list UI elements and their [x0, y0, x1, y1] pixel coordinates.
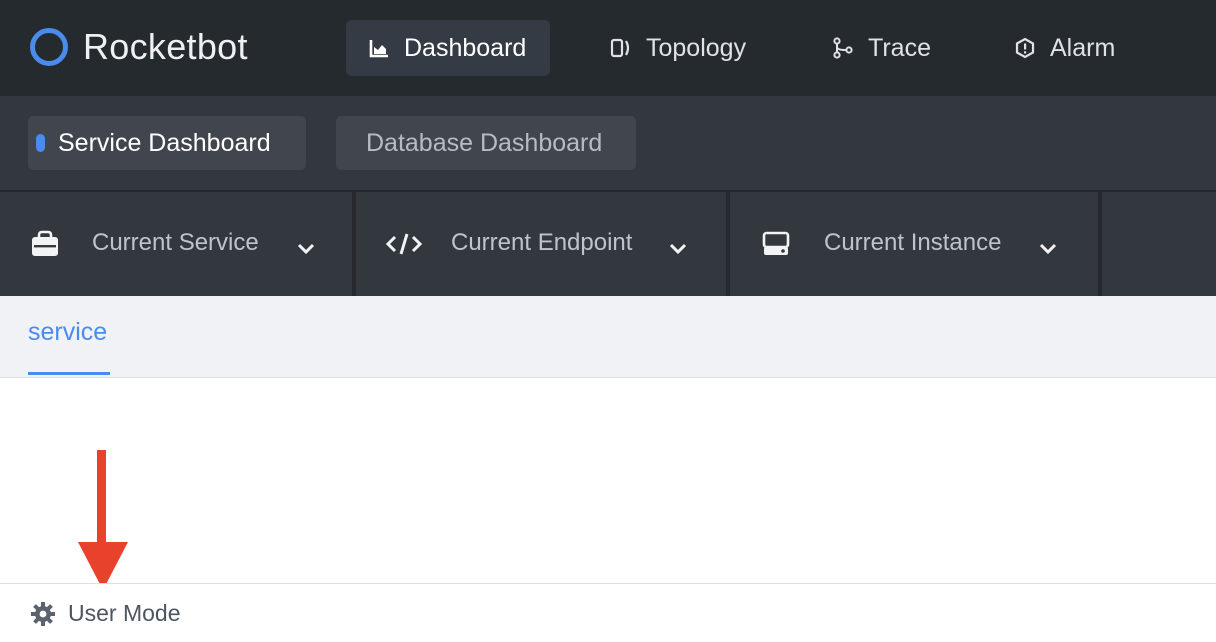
tab-service-dashboard[interactable]: Service Dashboard — [28, 116, 306, 170]
annotation-arrow-icon — [78, 450, 128, 590]
current-instance-select[interactable]: Current Instance — [730, 192, 1102, 296]
footer-bar: User Mode — [0, 583, 1216, 642]
active-subtab-underline — [28, 372, 110, 375]
app-title: Rocketbot — [83, 26, 248, 67]
dashboard-tabbar: Service Dashboard Database Dashboard — [0, 96, 1216, 192]
logo-ring-icon — [30, 28, 68, 66]
app-logo[interactable]: Rocketbot — [30, 28, 248, 66]
subtab-service[interactable]: service — [28, 318, 107, 347]
code-icon — [385, 230, 423, 258]
nav-trace[interactable]: Trace — [832, 20, 962, 76]
selector-bar: Current Service Current Endpoint Current… — [0, 192, 1216, 296]
nav-dashboard-label: Dashboard — [404, 33, 527, 62]
current-endpoint-label: Current Endpoint — [451, 229, 633, 256]
gear-icon — [30, 601, 56, 627]
chevron-down-icon — [1038, 236, 1058, 255]
tab-database-dashboard-label: Database Dashboard — [366, 128, 603, 157]
current-service-label: Current Service — [92, 229, 259, 256]
current-service-select[interactable]: Current Service — [0, 192, 356, 296]
nav-dashboard[interactable]: Dashboard — [346, 20, 550, 76]
nav-alarm-label: Alarm — [1050, 33, 1116, 62]
trace-icon — [832, 37, 854, 59]
instance-icon — [760, 230, 792, 258]
nav-topology-label: Topology — [646, 33, 747, 62]
tab-database-dashboard[interactable]: Database Dashboard — [336, 116, 636, 170]
user-mode-label: User Mode — [68, 600, 181, 626]
nav-topology[interactable]: Topology — [610, 20, 780, 76]
service-icon — [30, 230, 62, 258]
nav-trace-label: Trace — [868, 33, 931, 62]
nav-alarm[interactable]: Alarm — [1014, 20, 1144, 76]
user-mode-toggle[interactable]: User Mode — [30, 600, 180, 627]
active-tab-marker — [36, 134, 45, 152]
dashboard-content — [0, 378, 1216, 584]
chart-icon — [368, 37, 390, 59]
dashboard-subtabs: service — [0, 296, 1216, 378]
current-endpoint-select[interactable]: Current Endpoint — [356, 192, 730, 296]
current-instance-label: Current Instance — [824, 229, 1002, 256]
chevron-down-icon — [296, 236, 316, 255]
top-navbar: Rocketbot Dashboard Topology Trace Alarm — [0, 0, 1216, 96]
topology-icon — [610, 37, 632, 59]
tab-service-dashboard-label: Service Dashboard — [58, 128, 271, 157]
chevron-down-icon — [668, 236, 688, 255]
alarm-icon — [1014, 37, 1036, 59]
